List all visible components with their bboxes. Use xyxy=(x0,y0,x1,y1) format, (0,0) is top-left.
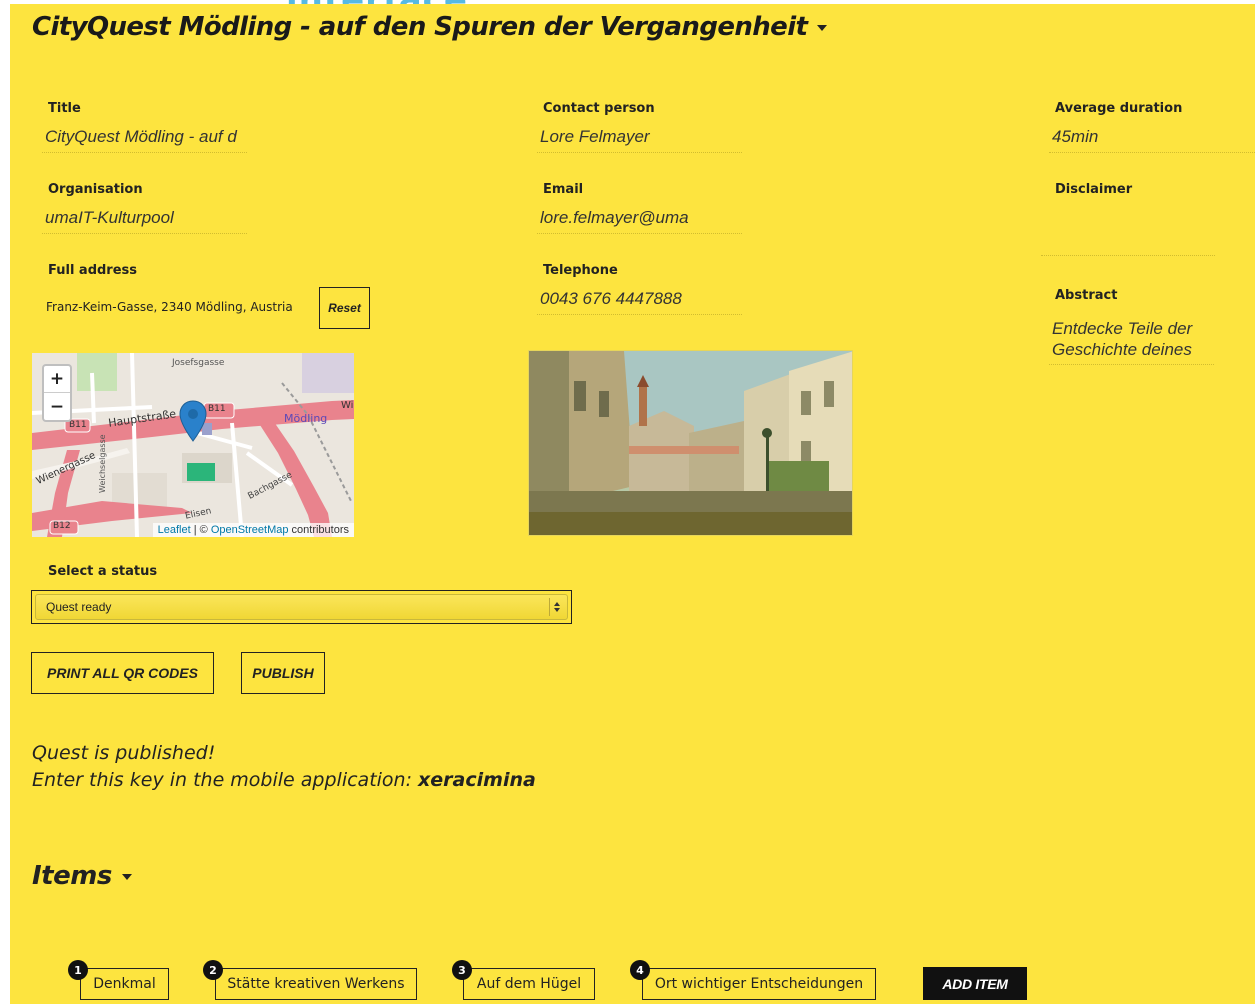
organisation-field[interactable]: umaIT-Kulturpool xyxy=(42,205,247,234)
disclaimer-label: Disclaimer xyxy=(1055,182,1133,197)
select-arrows-icon xyxy=(549,598,563,616)
zoom-in-button[interactable]: + xyxy=(44,366,70,393)
full-address-label: Full address xyxy=(48,263,138,278)
map-attribution: Leaflet | © OpenStreetMap contributors xyxy=(152,523,354,537)
item-tab[interactable]: Ort wichtiger Entscheidungen xyxy=(642,968,876,1000)
organisation-label: Organisation xyxy=(48,182,143,197)
zoom-out-button[interactable]: − xyxy=(44,393,70,420)
email-field[interactable]: lore.felmayer@uma xyxy=(537,205,742,234)
item-label: Ort wichtiger Entscheidungen xyxy=(654,976,864,992)
item-tab[interactable]: Auf dem Hügel xyxy=(463,968,595,1000)
item-label: Auf dem Hügel xyxy=(476,976,582,992)
attribution-suffix: contributors xyxy=(288,524,349,536)
quest-title-toggle[interactable]: CityQuest Mödling - auf den Spuren der V… xyxy=(32,12,828,42)
quest-photo xyxy=(528,350,853,536)
publish-key: xeracimina xyxy=(418,769,536,791)
reset-address-button[interactable]: Reset xyxy=(319,287,370,329)
full-address-value: Franz-Keim-Gasse, 2340 Mödling, Austria xyxy=(46,300,293,314)
map-label: B12 xyxy=(53,521,71,531)
map-label: Josefsgasse xyxy=(172,358,225,368)
map-label: B11 xyxy=(69,420,87,430)
map-marker-icon[interactable] xyxy=(178,399,208,447)
print-qr-codes-button[interactable]: PRINT ALL QR CODES xyxy=(31,652,214,694)
street-photo-image xyxy=(529,351,852,535)
telephone-label: Telephone xyxy=(543,263,618,278)
status-select-inner[interactable]: Quest ready xyxy=(35,594,568,620)
title-field[interactable]: CityQuest Mödling - auf d xyxy=(42,124,247,153)
average-duration-field[interactable]: 45min xyxy=(1049,124,1255,153)
contact-person-field[interactable]: Lore Felmayer xyxy=(537,124,742,153)
item-number-badge: 3 xyxy=(452,960,472,980)
location-map[interactable]: Josefsgasse Hauptstraße B11 B11 Mödling … xyxy=(32,353,354,537)
add-item-button[interactable]: ADD ITEM xyxy=(923,967,1027,1000)
attribution-separator: | © xyxy=(190,524,211,536)
leaflet-link[interactable]: Leaflet xyxy=(158,524,191,536)
quest-title: CityQuest Mödling - auf den Spuren der V… xyxy=(32,12,808,42)
map-label: Mödling xyxy=(284,412,328,425)
items-heading-toggle[interactable]: Items xyxy=(32,861,132,891)
map-label: B11 xyxy=(208,404,226,414)
title-label: Title xyxy=(48,101,81,116)
item-label: Denkmal xyxy=(93,976,156,992)
abstract-field[interactable]: Entdecke Teile der Geschichte deines xyxy=(1049,315,1214,365)
status-label: Select a status xyxy=(48,564,158,579)
status-select[interactable]: Quest ready xyxy=(31,590,572,624)
telephone-field[interactable]: 0043 676 4447888 xyxy=(537,286,742,315)
publish-message-line2: Enter this key in the mobile application… xyxy=(32,767,536,794)
item-tab[interactable]: Stätte kreativen Werkens xyxy=(215,968,417,1000)
caret-down-icon xyxy=(121,873,132,880)
item-tab[interactable]: Denkmal xyxy=(80,968,169,1000)
map-label: Wi xyxy=(341,400,354,411)
map-label: Weichselgasse xyxy=(98,434,107,493)
publish-message: Quest is published! Enter this key in th… xyxy=(32,740,536,794)
disclaimer-field[interactable] xyxy=(1041,226,1215,256)
quest-editor: CityQuest Mödling - auf den Spuren der V… xyxy=(10,4,1255,1004)
map-zoom-control: + − xyxy=(42,364,72,422)
items-heading: Items xyxy=(32,861,112,891)
caret-down-icon xyxy=(817,24,828,31)
item-number-badge: 1 xyxy=(68,960,88,980)
contact-person-label: Contact person xyxy=(543,101,655,116)
publish-message-line1: Quest is published! xyxy=(32,742,216,764)
status-selected-value: Quest ready xyxy=(46,600,112,614)
item-number-badge: 4 xyxy=(630,960,650,980)
osm-link[interactable]: OpenStreetMap xyxy=(211,524,289,536)
average-duration-label: Average duration xyxy=(1055,101,1183,116)
publish-button[interactable]: PUBLISH xyxy=(241,652,325,694)
item-label: Stätte kreativen Werkens xyxy=(227,976,405,992)
item-number-badge: 2 xyxy=(203,960,223,980)
email-label: Email xyxy=(543,182,584,197)
abstract-label: Abstract xyxy=(1055,288,1118,303)
publish-key-prefix: Enter this key in the mobile application… xyxy=(32,769,419,791)
